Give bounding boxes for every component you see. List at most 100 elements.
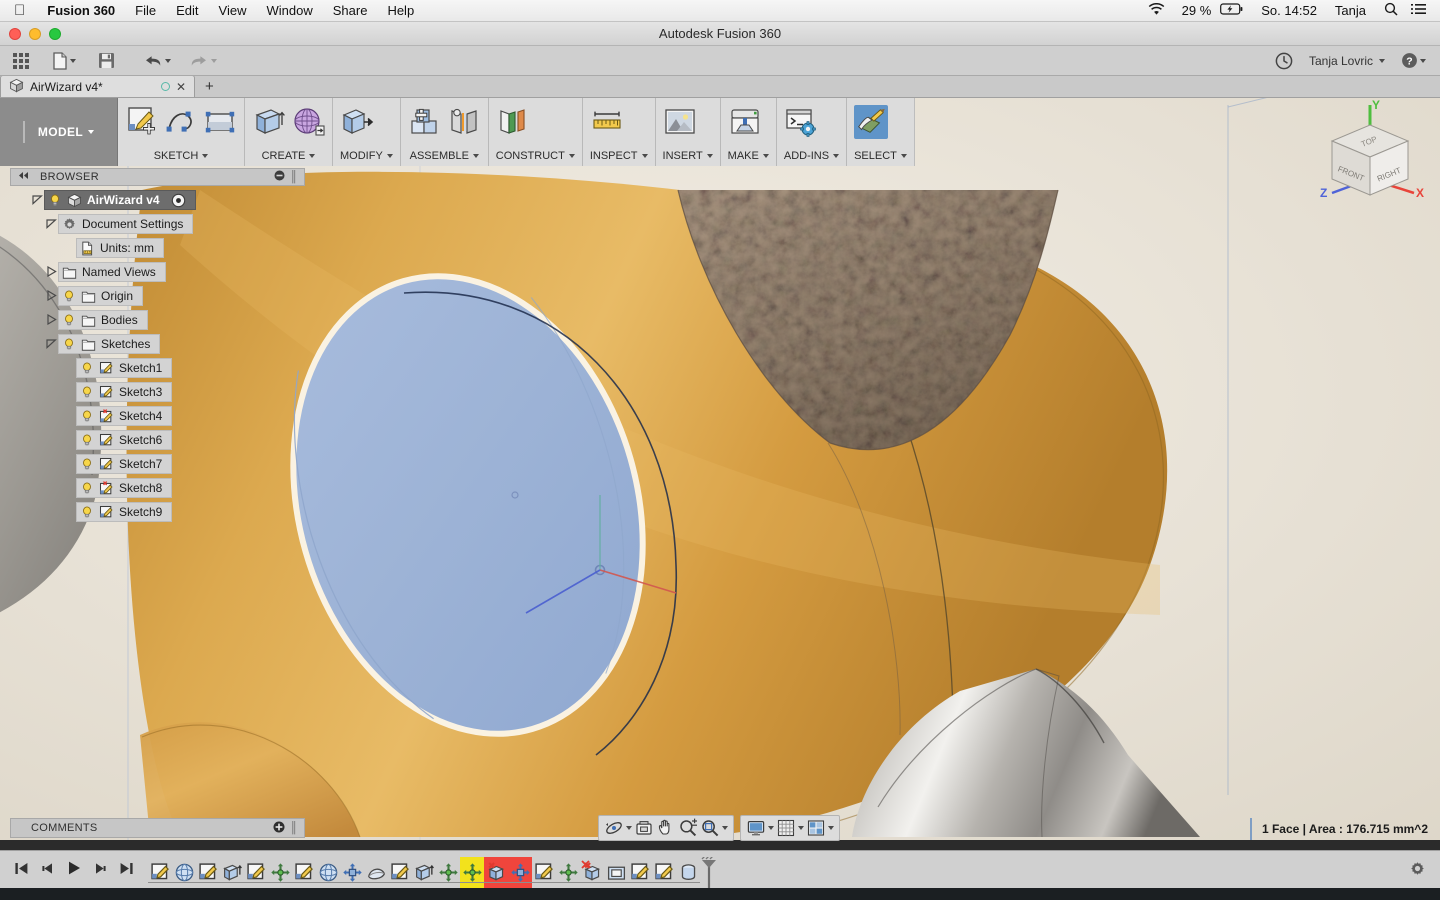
ribbon-label-sketch[interactable]: SKETCH	[154, 150, 199, 162]
help-icon[interactable]: ?	[1395, 48, 1432, 74]
tree-row-units-mm[interactable]: Units: mm	[10, 238, 305, 258]
zoom-icon[interactable]	[678, 818, 698, 838]
ribbon-label-assemble[interactable]: ASSEMBLE	[410, 150, 469, 162]
ribbon-label-insert[interactable]: INSERT	[663, 150, 703, 162]
timeline-feature-14[interactable]	[484, 856, 508, 889]
timeline-feature-18[interactable]	[580, 857, 604, 889]
measure-icon[interactable]	[590, 105, 624, 139]
tree-row-sketch8[interactable]: Sketch8	[10, 478, 305, 498]
timeline-feature-21[interactable]	[652, 857, 676, 889]
insert-image-icon[interactable]	[663, 105, 697, 139]
tree-row-sketch6[interactable]: Sketch6	[10, 430, 305, 450]
collapse-left-icon[interactable]	[17, 171, 30, 183]
chevron-down-icon[interactable]	[798, 826, 804, 830]
gear-icon[interactable]	[1409, 860, 1440, 880]
timeline-feature-17[interactable]	[556, 857, 580, 889]
timeline-feature-2[interactable]	[196, 857, 220, 889]
light-bulb-icon[interactable]	[80, 481, 94, 495]
timeline-playhead[interactable]	[700, 854, 718, 889]
3d-print-icon[interactable]	[728, 105, 762, 139]
fit-icon[interactable]	[700, 818, 720, 838]
redo-icon[interactable]	[183, 48, 223, 74]
timeline-feature-20[interactable]	[628, 857, 652, 889]
disclosure-expanded-icon[interactable]	[30, 194, 44, 207]
extrude-icon[interactable]	[252, 105, 286, 139]
new-component-icon[interactable]	[408, 105, 442, 139]
menubar-item-share[interactable]: Share	[323, 0, 378, 22]
revolve-icon[interactable]	[291, 105, 325, 139]
chevron-down-icon[interactable]	[828, 826, 834, 830]
chevron-down-icon[interactable]	[722, 826, 728, 830]
tree-row-airwizard-v4[interactable]: AirWizard v4	[10, 190, 305, 210]
viewport-layout-icon[interactable]	[806, 818, 826, 838]
activate-target-icon[interactable]	[171, 193, 186, 208]
light-bulb-icon[interactable]	[62, 289, 76, 303]
disclosure-collapsed-icon[interactable]	[44, 265, 58, 279]
menubar-user-name[interactable]: Tanja	[1326, 3, 1375, 18]
ribbon-label-make[interactable]: MAKE	[728, 150, 759, 162]
timeline-feature-16[interactable]	[532, 857, 556, 889]
menubar-item-file[interactable]: File	[125, 0, 166, 22]
disclosure-collapsed-icon[interactable]	[44, 289, 58, 303]
tree-row-sketch4[interactable]: Sketch4	[10, 406, 305, 426]
step-forward-icon[interactable]	[93, 861, 108, 879]
timeline-feature-6[interactable]	[292, 857, 316, 889]
menubar-item-edit[interactable]: Edit	[166, 0, 208, 22]
offset-plane-icon[interactable]	[496, 105, 530, 139]
minimize-panel-icon[interactable]	[274, 170, 285, 184]
tree-item[interactable]: Sketch3	[76, 382, 173, 402]
ribbon-label-addins[interactable]: ADD-INS	[784, 150, 829, 162]
light-bulb-icon[interactable]	[48, 193, 62, 207]
timeline-feature-8[interactable]	[340, 857, 364, 889]
notification-center-icon[interactable]	[1407, 3, 1430, 18]
light-bulb-icon[interactable]	[62, 313, 76, 327]
tree-item[interactable]: Document Settings	[58, 214, 194, 234]
resize-grip[interactable]: ║	[290, 171, 298, 183]
timeline-feature-13[interactable]	[460, 856, 484, 889]
timeline-feature-15[interactable]	[508, 856, 532, 889]
scripts-addins-icon[interactable]	[784, 105, 818, 139]
tree-row-origin[interactable]: Origin	[10, 286, 305, 306]
disclosure-expanded-icon[interactable]	[44, 338, 58, 351]
ribbon-label-construct[interactable]: CONSTRUCT	[496, 150, 565, 162]
menubar-item-help[interactable]: Help	[377, 0, 424, 22]
view-cube[interactable]: Y Z X TOP FRONT RIGHT	[1304, 97, 1436, 207]
play-icon[interactable]	[66, 860, 82, 879]
menubar-item-window[interactable]: Window	[256, 0, 322, 22]
look-at-icon[interactable]	[634, 818, 654, 838]
skip-to-end-icon[interactable]	[119, 861, 134, 879]
spline-icon[interactable]	[164, 105, 198, 139]
light-bulb-icon[interactable]	[80, 433, 94, 447]
timeline-feature-22[interactable]	[676, 857, 700, 889]
tree-item[interactable]: Sketch1	[76, 358, 173, 378]
joint-icon[interactable]	[447, 105, 481, 139]
new-tab-button[interactable]: +	[195, 77, 224, 97]
select-icon[interactable]	[854, 105, 889, 139]
tree-row-bodies[interactable]: Bodies	[10, 310, 305, 330]
ribbon-label-inspect[interactable]: INSPECT	[590, 150, 638, 162]
search-icon[interactable]	[1375, 2, 1407, 19]
skip-to-start-icon[interactable]	[14, 861, 29, 879]
clock-datetime[interactable]: So. 14:52	[1252, 3, 1326, 18]
tree-item[interactable]: Sketch4	[76, 406, 173, 426]
light-bulb-icon[interactable]	[80, 409, 94, 423]
ribbon-label-modify[interactable]: MODIFY	[340, 150, 383, 162]
press-pull-icon[interactable]	[340, 105, 374, 139]
close-tab-icon[interactable]: ✕	[176, 80, 186, 94]
create-sketch-icon[interactable]	[125, 105, 159, 139]
disclosure-collapsed-icon[interactable]	[44, 313, 58, 327]
undo-icon[interactable]	[137, 48, 177, 74]
unsaved-indicator-icon[interactable]	[160, 82, 170, 91]
timeline-feature-19[interactable]	[604, 857, 628, 889]
document-tab-airwizard[interactable]: AirWizard v4* ✕	[0, 75, 195, 97]
resize-grip[interactable]: ║	[290, 822, 298, 834]
workspace-switcher[interactable]: MODEL	[0, 98, 118, 166]
light-bulb-icon[interactable]	[80, 361, 94, 375]
display-settings-icon[interactable]	[746, 818, 766, 838]
timeline-feature-1[interactable]	[172, 857, 196, 889]
battery-charging-icon[interactable]	[1220, 3, 1252, 18]
app-grid-icon[interactable]	[0, 48, 36, 74]
add-comment-icon[interactable]	[273, 821, 285, 836]
timeline-feature-0[interactable]	[148, 857, 172, 889]
timeline-feature-9[interactable]	[364, 857, 388, 889]
